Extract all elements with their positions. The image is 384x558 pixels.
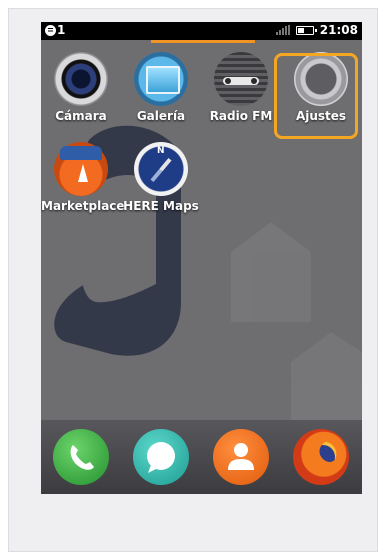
status-time: 21:08 bbox=[319, 23, 358, 37]
app-galeria[interactable]: Galería bbox=[121, 52, 201, 123]
marketplace-icon bbox=[54, 142, 108, 196]
page-indicator bbox=[151, 40, 255, 43]
radio-icon bbox=[214, 52, 268, 106]
app-label: Marketplace bbox=[41, 199, 125, 213]
notification-area[interactable]: 1 bbox=[45, 23, 65, 37]
app-here-maps[interactable]: N HERE Maps bbox=[121, 142, 201, 213]
app-marketplace[interactable]: Marketplace bbox=[41, 142, 125, 213]
status-bar: 1 21:08 bbox=[41, 22, 362, 40]
gallery-icon bbox=[134, 52, 188, 106]
app-label: Radio FM bbox=[209, 109, 273, 123]
app-label: Galería bbox=[136, 109, 186, 123]
app-camara[interactable]: Cámara bbox=[41, 52, 121, 123]
signal-icon bbox=[275, 25, 290, 35]
notification-count: 1 bbox=[57, 23, 66, 37]
phone-icon[interactable] bbox=[53, 429, 109, 485]
battery-icon bbox=[295, 25, 317, 35]
camera-icon bbox=[54, 52, 108, 106]
phone-screen: 1 21:08 Cámara Galería Radio FM Ajustes bbox=[41, 22, 362, 494]
compass-icon: N bbox=[134, 142, 188, 196]
messages-icon[interactable] bbox=[133, 429, 189, 485]
notification-icon bbox=[45, 24, 56, 36]
firefox-browser-icon[interactable] bbox=[293, 429, 349, 485]
ajustes-highlight bbox=[274, 53, 358, 139]
app-label: HERE Maps bbox=[123, 199, 199, 213]
contacts-icon[interactable] bbox=[213, 429, 269, 485]
app-label: Cámara bbox=[55, 109, 107, 123]
app-radio-fm[interactable]: Radio FM bbox=[201, 52, 281, 123]
dock bbox=[41, 420, 362, 494]
